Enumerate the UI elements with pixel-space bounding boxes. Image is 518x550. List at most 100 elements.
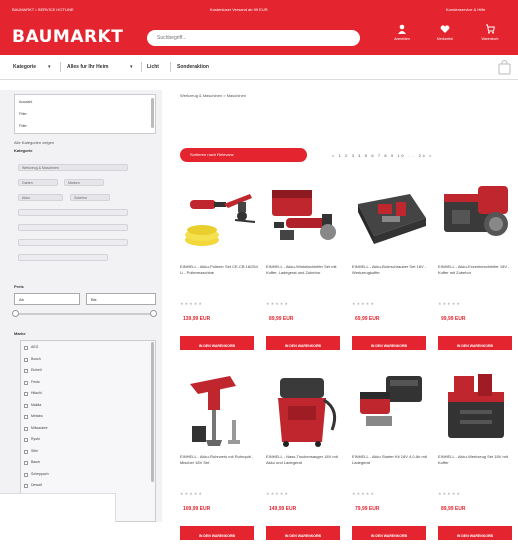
- add-to-cart-button[interactable]: IN DEN WARENKORB: [266, 336, 340, 350]
- battery-kit-product-image[interactable]: [352, 370, 432, 450]
- filter-list-box[interactable]: [14, 94, 156, 134]
- brand-checkbox[interactable]: [24, 484, 28, 488]
- product-rating: ★★★★★: [266, 301, 289, 306]
- wishlist-label: Merkzettel: [436, 37, 454, 41]
- search-input[interactable]: [147, 30, 360, 46]
- add-to-cart-button[interactable]: IN DEN WARENKORB: [352, 336, 426, 350]
- nav-item-kategorie[interactable]: Kategorie: [13, 64, 36, 70]
- product-card[interactable]: EINHELL - Akku-Ruhrwerk mit Ruhrquirl - …: [180, 370, 260, 550]
- breadcrumb[interactable]: Werkzeug & Maschinen > Maschinen: [180, 93, 246, 98]
- tool-case-product-image[interactable]: [438, 370, 518, 450]
- product-name[interactable]: EINHELL - Akku-Werkzeug Set 18V mit Koff…: [438, 454, 516, 465]
- add-to-cart-button[interactable]: IN DEN WARENKORB: [438, 336, 512, 350]
- filter-chip-placeholder: [18, 239, 128, 246]
- cookie-banner[interactable]: [0, 493, 116, 522]
- price-slider-max-handle[interactable]: [150, 310, 157, 317]
- add-to-cart-button[interactable]: IN DEN WARENKORB: [180, 526, 254, 540]
- nav-item-sonderaktion[interactable]: Sonderaktion: [177, 64, 209, 70]
- price-slider-min-handle[interactable]: [12, 310, 19, 317]
- site-logo[interactable]: BAUMARKT: [12, 27, 123, 47]
- product-name[interactable]: EINHELL - Akku-Winkelschleifer Set mit K…: [266, 264, 344, 275]
- pagination[interactable]: < 1 2 3 4 5 6 7 8 9 10 ... 24 >: [332, 153, 433, 158]
- filter-chip[interactable]: Akku: [18, 194, 63, 201]
- brand-checkbox[interactable]: [24, 438, 28, 442]
- brand-checkbox[interactable]: [24, 357, 28, 362]
- angle-grinder-product-image[interactable]: [266, 180, 346, 260]
- sort-dropdown[interactable]: Sortieren nach Relevanz: [180, 148, 307, 162]
- brand-option[interactable]: Festo: [31, 380, 40, 384]
- account-label: Anmelden: [394, 37, 410, 41]
- product-card[interactable]: EINHELL - Akku-Exzenterschleifer 18V - K…: [438, 180, 518, 360]
- brand-scrollbar[interactable]: [151, 342, 154, 482]
- cart-header-button[interactable]: Warenkorb: [470, 24, 510, 50]
- brand-checkbox[interactable]: [24, 449, 28, 454]
- filter-list-item[interactable]: Auswahl: [19, 100, 32, 104]
- brand-checkbox[interactable]: [24, 346, 28, 350]
- product-name[interactable]: EINHELL - Akku-Exzenterschleifer 18V - K…: [438, 264, 516, 275]
- product-price: 79,99 EUR: [355, 506, 380, 512]
- filter-chip[interactable]: Garten: [18, 179, 58, 186]
- add-to-cart-button[interactable]: IN DEN WARENKORB: [180, 336, 254, 350]
- product-card[interactable]: EINHELL - Akku-Winkelschleifer Set mit K…: [266, 180, 346, 360]
- brand-option[interactable]: Stihl: [31, 449, 38, 453]
- brand-checkbox[interactable]: [24, 472, 28, 477]
- price-from-input[interactable]: Ab: [14, 293, 80, 305]
- brand-option[interactable]: Milwaukee: [31, 426, 48, 430]
- product-card[interactable]: EINHELL - Akku-Polierer Set CE-CB 18/254…: [180, 180, 260, 360]
- price-filter-title: Preis: [14, 284, 24, 289]
- filter-chip[interactable]: Zubehor: [70, 194, 110, 201]
- filter-chip-placeholder: [18, 224, 128, 231]
- mixer-product-image[interactable]: [180, 370, 260, 450]
- brand-checkbox[interactable]: [24, 415, 28, 419]
- product-card[interactable]: EINHELL - Nass-Trockensauger 18V mit Akk…: [266, 370, 346, 550]
- vacuum-product-image[interactable]: [266, 370, 346, 450]
- brand-option[interactable]: Ryobi: [31, 437, 40, 441]
- product-price: 139,99 EUR: [183, 316, 211, 322]
- add-to-cart-button[interactable]: IN DEN WARENKORB: [352, 526, 426, 540]
- brand-option[interactable]: AEG: [31, 345, 38, 349]
- brand-option[interactable]: Hitachi: [31, 391, 42, 395]
- show-all-categories-link[interactable]: Alle Kategorien zeigen: [14, 140, 54, 145]
- add-to-cart-button[interactable]: IN DEN WARENKORB: [438, 526, 512, 540]
- product-name[interactable]: EINHELL - Akku-Bohrschrauber Set 18V - W…: [352, 264, 430, 275]
- filter-list-item[interactable]: Filter: [19, 112, 27, 116]
- account-button[interactable]: Anmelden: [382, 24, 422, 50]
- brand-option[interactable]: Scheppach: [31, 472, 49, 476]
- filter-list-item[interactable]: Filter: [19, 124, 27, 128]
- nav-item-licht[interactable]: Licht: [147, 64, 159, 70]
- product-rating: ★★★★★: [352, 301, 375, 306]
- filter-scrollbar[interactable]: [151, 98, 154, 128]
- product-card[interactable]: EINHELL - Akku-Bohrschrauber Set 18V - W…: [352, 180, 432, 360]
- filter-chip[interactable]: Werkzeug & Maschinen: [18, 164, 128, 171]
- brand-checkbox[interactable]: [24, 461, 28, 465]
- top-bar-service[interactable]: Kundenservice & Hilfe: [446, 7, 485, 12]
- product-name[interactable]: EINHELL - Akku-Ruhrwerk mit Ruhrquirl - …: [180, 454, 258, 465]
- brand-option[interactable]: Bosch: [31, 357, 41, 361]
- brand-checkbox[interactable]: [24, 403, 28, 408]
- mini-cart-button[interactable]: [498, 60, 511, 75]
- product-card[interactable]: EINHELL - Akku-Werkzeug Set 18V mit Koff…: [438, 370, 518, 550]
- polisher-product-image[interactable]: [180, 180, 260, 260]
- wishlist-button[interactable]: Merkzettel: [425, 24, 465, 50]
- product-name[interactable]: EINHELL - Nass-Trockensauger 18V mit Akk…: [266, 454, 344, 465]
- brand-option[interactable]: Metabo: [31, 414, 43, 418]
- nav-item-heim[interactable]: Alles fur Ihr Heim: [67, 64, 108, 70]
- brand-option[interactable]: Bauer: [31, 460, 40, 464]
- brand-option[interactable]: Dewalt: [31, 483, 42, 487]
- filter-chip[interactable]: Marken: [64, 179, 104, 186]
- product-price: 69,99 EUR: [355, 316, 380, 322]
- product-name[interactable]: EINHELL - Akku Starter Kit 18V 4,0 Ah mi…: [352, 454, 430, 465]
- brand-checkbox[interactable]: [24, 369, 28, 373]
- add-to-cart-button[interactable]: IN DEN WARENKORB: [266, 526, 340, 540]
- brand-checkbox[interactable]: [24, 426, 28, 431]
- price-to-input[interactable]: Bis: [86, 293, 156, 305]
- top-info-bar: BAUMARKT • SERVICE HOTLINE Kostenloser V…: [0, 0, 518, 18]
- sander-case-product-image[interactable]: [438, 180, 518, 260]
- brand-checkbox[interactable]: [24, 392, 28, 396]
- brand-option[interactable]: Einhell: [31, 368, 42, 372]
- brand-checkbox[interactable]: [24, 380, 28, 385]
- product-name[interactable]: EINHELL - Akku-Polierer Set CE-CB 18/254…: [180, 264, 258, 275]
- brand-option[interactable]: Makita: [31, 403, 41, 407]
- drill-case-product-image[interactable]: [352, 180, 432, 260]
- product-card[interactable]: EINHELL - Akku Starter Kit 18V 4,0 Ah mi…: [352, 370, 432, 550]
